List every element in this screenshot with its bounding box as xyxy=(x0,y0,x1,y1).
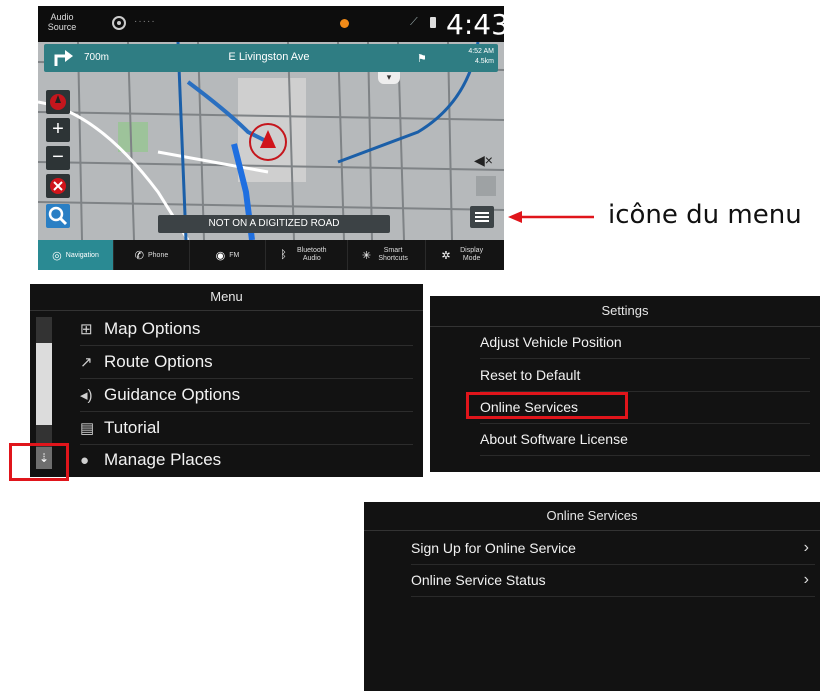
chevron-right-icon: › xyxy=(803,539,809,556)
online-item-service-status[interactable]: Online Service Status › xyxy=(411,564,815,597)
notification-dot-icon xyxy=(340,19,349,28)
menu-title: Menu xyxy=(30,284,423,311)
menu-item-guidance-options[interactable]: ◂) Guidance Options xyxy=(80,379,413,412)
tab-smart-shortcuts[interactable]: ✳ Smart Shortcuts xyxy=(348,240,426,270)
menu-icon-caption: icône du menu xyxy=(608,200,802,230)
map-layer-icon[interactable] xyxy=(476,176,496,196)
audio-source-button[interactable]: Audio Source xyxy=(44,12,80,32)
expand-chevron-icon[interactable]: ▾ xyxy=(378,72,400,84)
menu-icon[interactable] xyxy=(470,206,494,228)
settings-title: Settings xyxy=(430,296,820,327)
tab-label: Display Mode xyxy=(460,247,484,262)
tab-fm[interactable]: ◉ FM xyxy=(190,240,266,270)
tab-label: Phone xyxy=(147,251,169,259)
turn-distance: 700m xyxy=(84,52,110,63)
tab-navigation[interactable]: ◎ Navigation xyxy=(38,240,114,270)
status-dots: ····· xyxy=(134,16,156,27)
guidance-bar[interactable]: 700m E Livingston Ave ⚑ 4:52 AM 4.5km xyxy=(44,44,498,72)
tab-label: Navigation xyxy=(65,251,99,259)
settings-item-about-software-license[interactable]: About Software License xyxy=(480,423,810,456)
eta-time: 4:52 AM xyxy=(468,48,494,55)
person-icon: ● xyxy=(80,452,90,469)
online-item-label: Sign Up for Online Service xyxy=(411,540,576,556)
road-notice: NOT ON A DIGITIZED ROAD xyxy=(158,215,390,233)
speaker-icon: ◂) xyxy=(80,387,93,404)
settings-item-adjust-vehicle-position[interactable]: Adjust Vehicle Position xyxy=(480,326,810,359)
online-item-sign-up[interactable]: Sign Up for Online Service › xyxy=(411,532,815,565)
menu-item-label: Route Options xyxy=(104,352,213,371)
chevron-right-icon: › xyxy=(803,571,809,588)
street-name: E Livingston Ave xyxy=(228,51,310,63)
tab-phone[interactable]: ✆ Phone xyxy=(114,240,190,270)
menu-item-label: Map Options xyxy=(104,319,201,338)
radio-icon: ◉ xyxy=(215,249,226,262)
menu-item-label: Manage Places xyxy=(104,450,222,469)
tab-label: Smart Shortcuts xyxy=(378,247,408,262)
bluetooth-icon: ᛒ xyxy=(280,249,287,261)
zoom-in-button[interactable]: + xyxy=(46,118,70,142)
online-item-label: Online Service Status xyxy=(411,572,546,588)
menu-item-label: Tutorial xyxy=(104,418,161,437)
phone-icon: ✆ xyxy=(134,249,144,262)
turn-right-icon xyxy=(54,50,73,66)
highlight-online-services xyxy=(466,392,628,419)
tab-bluetooth-audio[interactable]: ᛒ Bluetooth Audio xyxy=(266,240,348,270)
menu-item-label: Guidance Options xyxy=(104,385,241,404)
online-services-panel: Online Services Sign Up for Online Servi… xyxy=(364,502,820,691)
disc-icon[interactable] xyxy=(112,16,126,30)
destination-flag-icon: ⚑ xyxy=(417,53,427,65)
cancel-route-icon[interactable] xyxy=(46,174,70,198)
menu-item-map-options[interactable]: ⊞ Map Options xyxy=(80,313,413,346)
eta-info: 4:52 AM 4.5km xyxy=(456,47,494,67)
signal-icon: ⟋ xyxy=(410,16,418,28)
bottom-tab-bar: ◎ Navigation ✆ Phone ◉ FM ᛒ Bluetooth Au… xyxy=(38,240,504,270)
menu-item-tutorial[interactable]: ▤ Tutorial xyxy=(80,412,413,445)
shortcuts-icon: ✳ xyxy=(361,249,372,262)
zoom-out-button[interactable]: − xyxy=(46,146,70,170)
eta-distance: 4.5km xyxy=(474,58,494,65)
menu-item-manage-places[interactable]: ● Manage Places xyxy=(80,444,413,476)
tab-label: FM xyxy=(229,251,240,259)
navigation-icon: ◎ xyxy=(52,249,62,262)
clock: 4:43 xyxy=(446,8,504,41)
map-icon: ⊞ xyxy=(80,321,93,338)
search-icon[interactable] xyxy=(46,204,70,228)
online-services-title: Online Services xyxy=(364,502,820,531)
display-mode-icon: ✲ xyxy=(441,249,451,262)
tab-display-mode[interactable]: ✲ Display Mode xyxy=(426,240,504,270)
phone-battery-icon xyxy=(430,17,436,28)
settings-item-reset-to-default[interactable]: Reset to Default xyxy=(480,359,810,392)
highlight-scroll-down xyxy=(9,443,69,481)
navigation-screen: Audio Source ····· ⟋ 4:43 700m E Livings… xyxy=(38,6,504,270)
route-icon: ↗ xyxy=(80,354,93,371)
park-area xyxy=(118,122,148,152)
settings-panel: Settings Adjust Vehicle Position Reset t… xyxy=(430,296,820,472)
menu-item-route-options[interactable]: ↗ Route Options xyxy=(80,346,413,379)
tab-label: Bluetooth Audio xyxy=(297,247,327,262)
scrollbar-thumb[interactable] xyxy=(36,343,52,425)
book-icon: ▤ xyxy=(80,420,95,437)
mute-icon[interactable]: ◀× xyxy=(474,152,493,169)
compass-icon[interactable] xyxy=(46,90,70,114)
menu-panel: Menu ⇣ ⊞ Map Options ↗ Route Options ◂) Gui… xyxy=(30,284,423,477)
status-bar: Audio Source ····· ⟋ 4:43 xyxy=(38,6,504,42)
pointer-arrow-icon xyxy=(508,211,594,223)
